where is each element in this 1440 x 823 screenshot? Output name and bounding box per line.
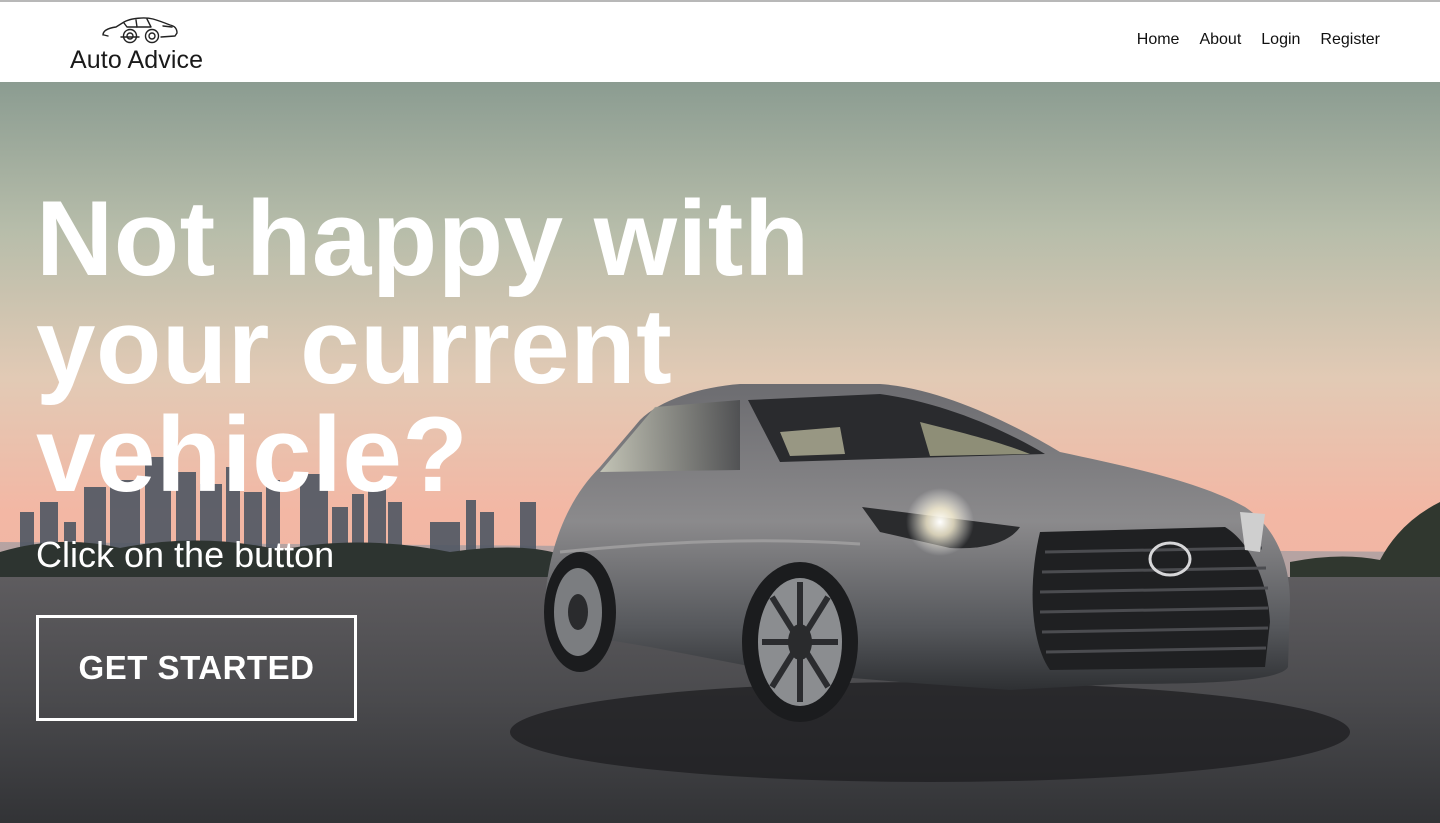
nav-register-link[interactable]: Register [1320,31,1380,49]
nav-login-link[interactable]: Login [1261,31,1300,49]
brand-name: Auto Advice [70,46,204,74]
main-nav: Home About Login Register [1137,31,1380,49]
get-started-button[interactable]: GET STARTED [36,615,357,721]
hero-title: Not happy with your current vehicle? [36,178,810,514]
hero-subtitle: Click on the button [36,534,335,575]
hero-section: Not happy with your current vehicle? Cli… [0,82,1440,823]
hero-content: Not happy with your current vehicle? [36,184,856,508]
nav-home-link[interactable]: Home [1137,31,1180,49]
navbar: Auto Advice Home About Login Register [0,2,1440,82]
nav-about-link[interactable]: About [1199,31,1241,49]
car-outline-icon [102,17,178,44]
brand-logo-link[interactable]: Auto Advice [68,12,218,76]
